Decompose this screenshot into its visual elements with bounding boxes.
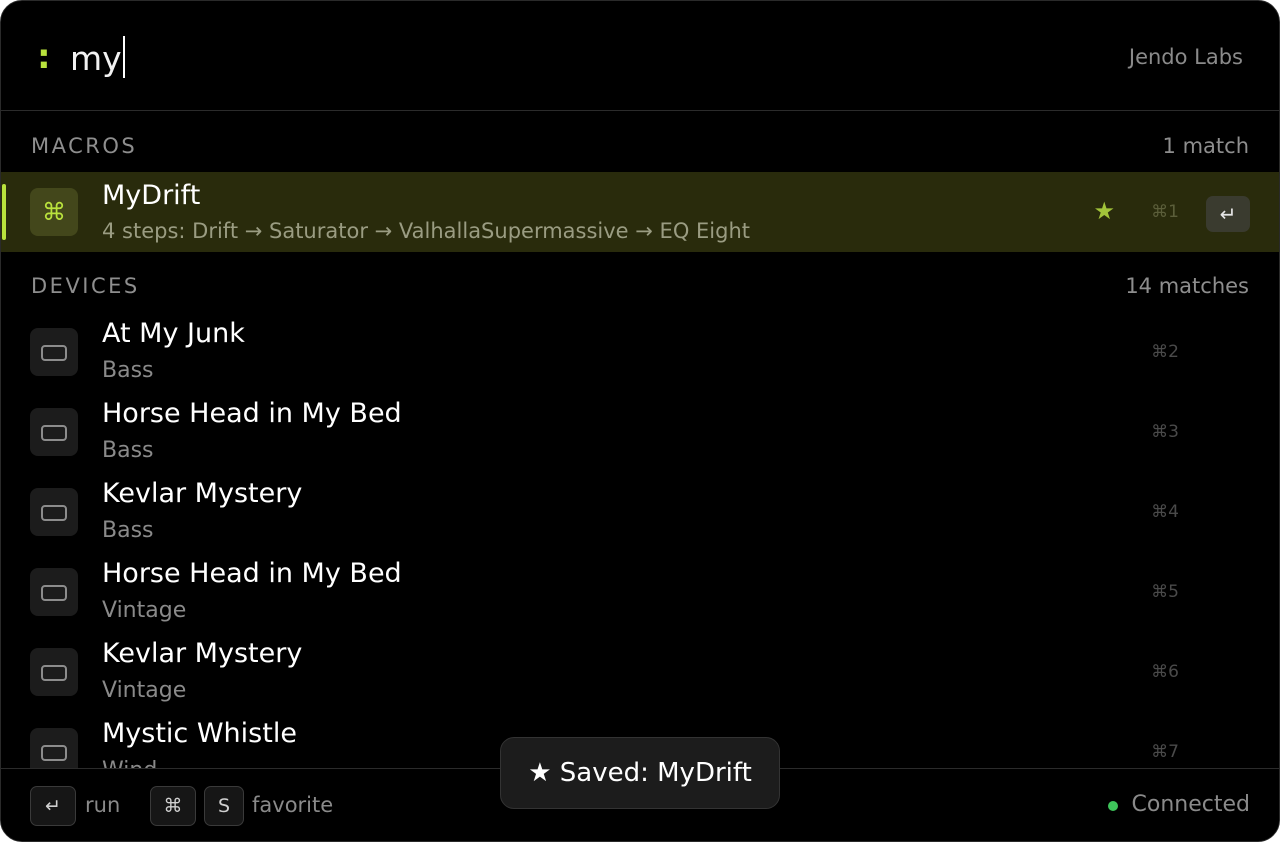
device-icon (30, 648, 78, 696)
brand-label: Jendo Labs (1128, 45, 1243, 69)
selection-indicator (2, 184, 6, 240)
command-key-hint-icon: ⌘ (150, 786, 196, 826)
devices-match-count: 14 matches (1125, 274, 1249, 298)
device-icon (30, 488, 78, 536)
shortcut-hint: ⌘1 (1151, 202, 1179, 222)
device-title: At My Junk (102, 318, 245, 349)
device-category: Bass (102, 358, 154, 383)
device-title: Kevlar Mystery (102, 638, 303, 669)
macro-title: MyDrift (102, 180, 201, 211)
device-row[interactable]: Kevlar Mystery Bass ⌘4 (1, 472, 1279, 552)
devices-section-header: DEVICES 14 matches (31, 274, 1249, 304)
macro-row-mydrift[interactable]: ⌘ MyDrift 4 steps: Drift → Saturator → V… (1, 172, 1279, 252)
device-row[interactable]: At My Junk Bass ⌘2 (1, 312, 1279, 392)
shortcut-hint: ⌘4 (1151, 502, 1179, 522)
command-palette: : my Jendo Labs MACROS 1 match ⌘ MyDrift… (0, 0, 1280, 842)
shortcut-hint: ⌘6 (1151, 662, 1179, 682)
device-category: Bass (102, 438, 154, 463)
section-title-devices: DEVICES (31, 274, 140, 298)
shortcut-hint: ⌘3 (1151, 422, 1179, 442)
device-title: Horse Head in My Bed (102, 558, 402, 589)
device-row[interactable]: Kevlar Mystery Vintage ⌘6 (1, 632, 1279, 712)
device-row[interactable]: Horse Head in My Bed Bass ⌘3 (1, 392, 1279, 472)
search-input[interactable]: my (70, 35, 125, 83)
section-title-macros: MACROS (31, 134, 138, 158)
device-row[interactable]: Horse Head in My Bed Vintage ⌘5 (1, 552, 1279, 632)
macros-section-header: MACROS 1 match (31, 134, 1249, 164)
macros-match-count: 1 match (1162, 134, 1249, 158)
prompt-indicator: : (37, 37, 51, 77)
shortcut-hint: ⌘2 (1151, 342, 1179, 362)
device-icon (30, 568, 78, 616)
run-hint-label: run (85, 793, 121, 817)
device-category: Vintage (102, 678, 187, 703)
device-category: Bass (102, 518, 154, 543)
device-category: Vintage (102, 598, 187, 623)
device-title: Mystic Whistle (102, 718, 297, 749)
s-key-hint: S (204, 786, 244, 826)
connection-status: Connected (1131, 792, 1250, 817)
shortcut-hint: ⌘5 (1151, 582, 1179, 602)
text-caret (122, 36, 125, 78)
favorite-star-icon[interactable]: ★ (1093, 197, 1115, 225)
device-icon (30, 328, 78, 376)
command-icon: ⌘ (30, 188, 78, 236)
connection-status-dot (1108, 801, 1118, 811)
macro-steps: 4 steps: Drift → Saturator → ValhallaSup… (102, 219, 750, 243)
shortcut-hint: ⌘7 (1151, 742, 1179, 762)
search-query: my (70, 39, 122, 78)
device-icon (30, 408, 78, 456)
search-bar: : my Jendo Labs (1, 1, 1279, 111)
enter-key-hint-icon: ↵ (30, 786, 76, 826)
device-title: Horse Head in My Bed (102, 398, 402, 429)
saved-toast: ★ Saved: MyDrift (500, 737, 780, 809)
device-title: Kevlar Mystery (102, 478, 303, 509)
run-enter-button[interactable]: ↵ (1206, 196, 1250, 232)
favorite-hint-label: favorite (252, 793, 334, 817)
